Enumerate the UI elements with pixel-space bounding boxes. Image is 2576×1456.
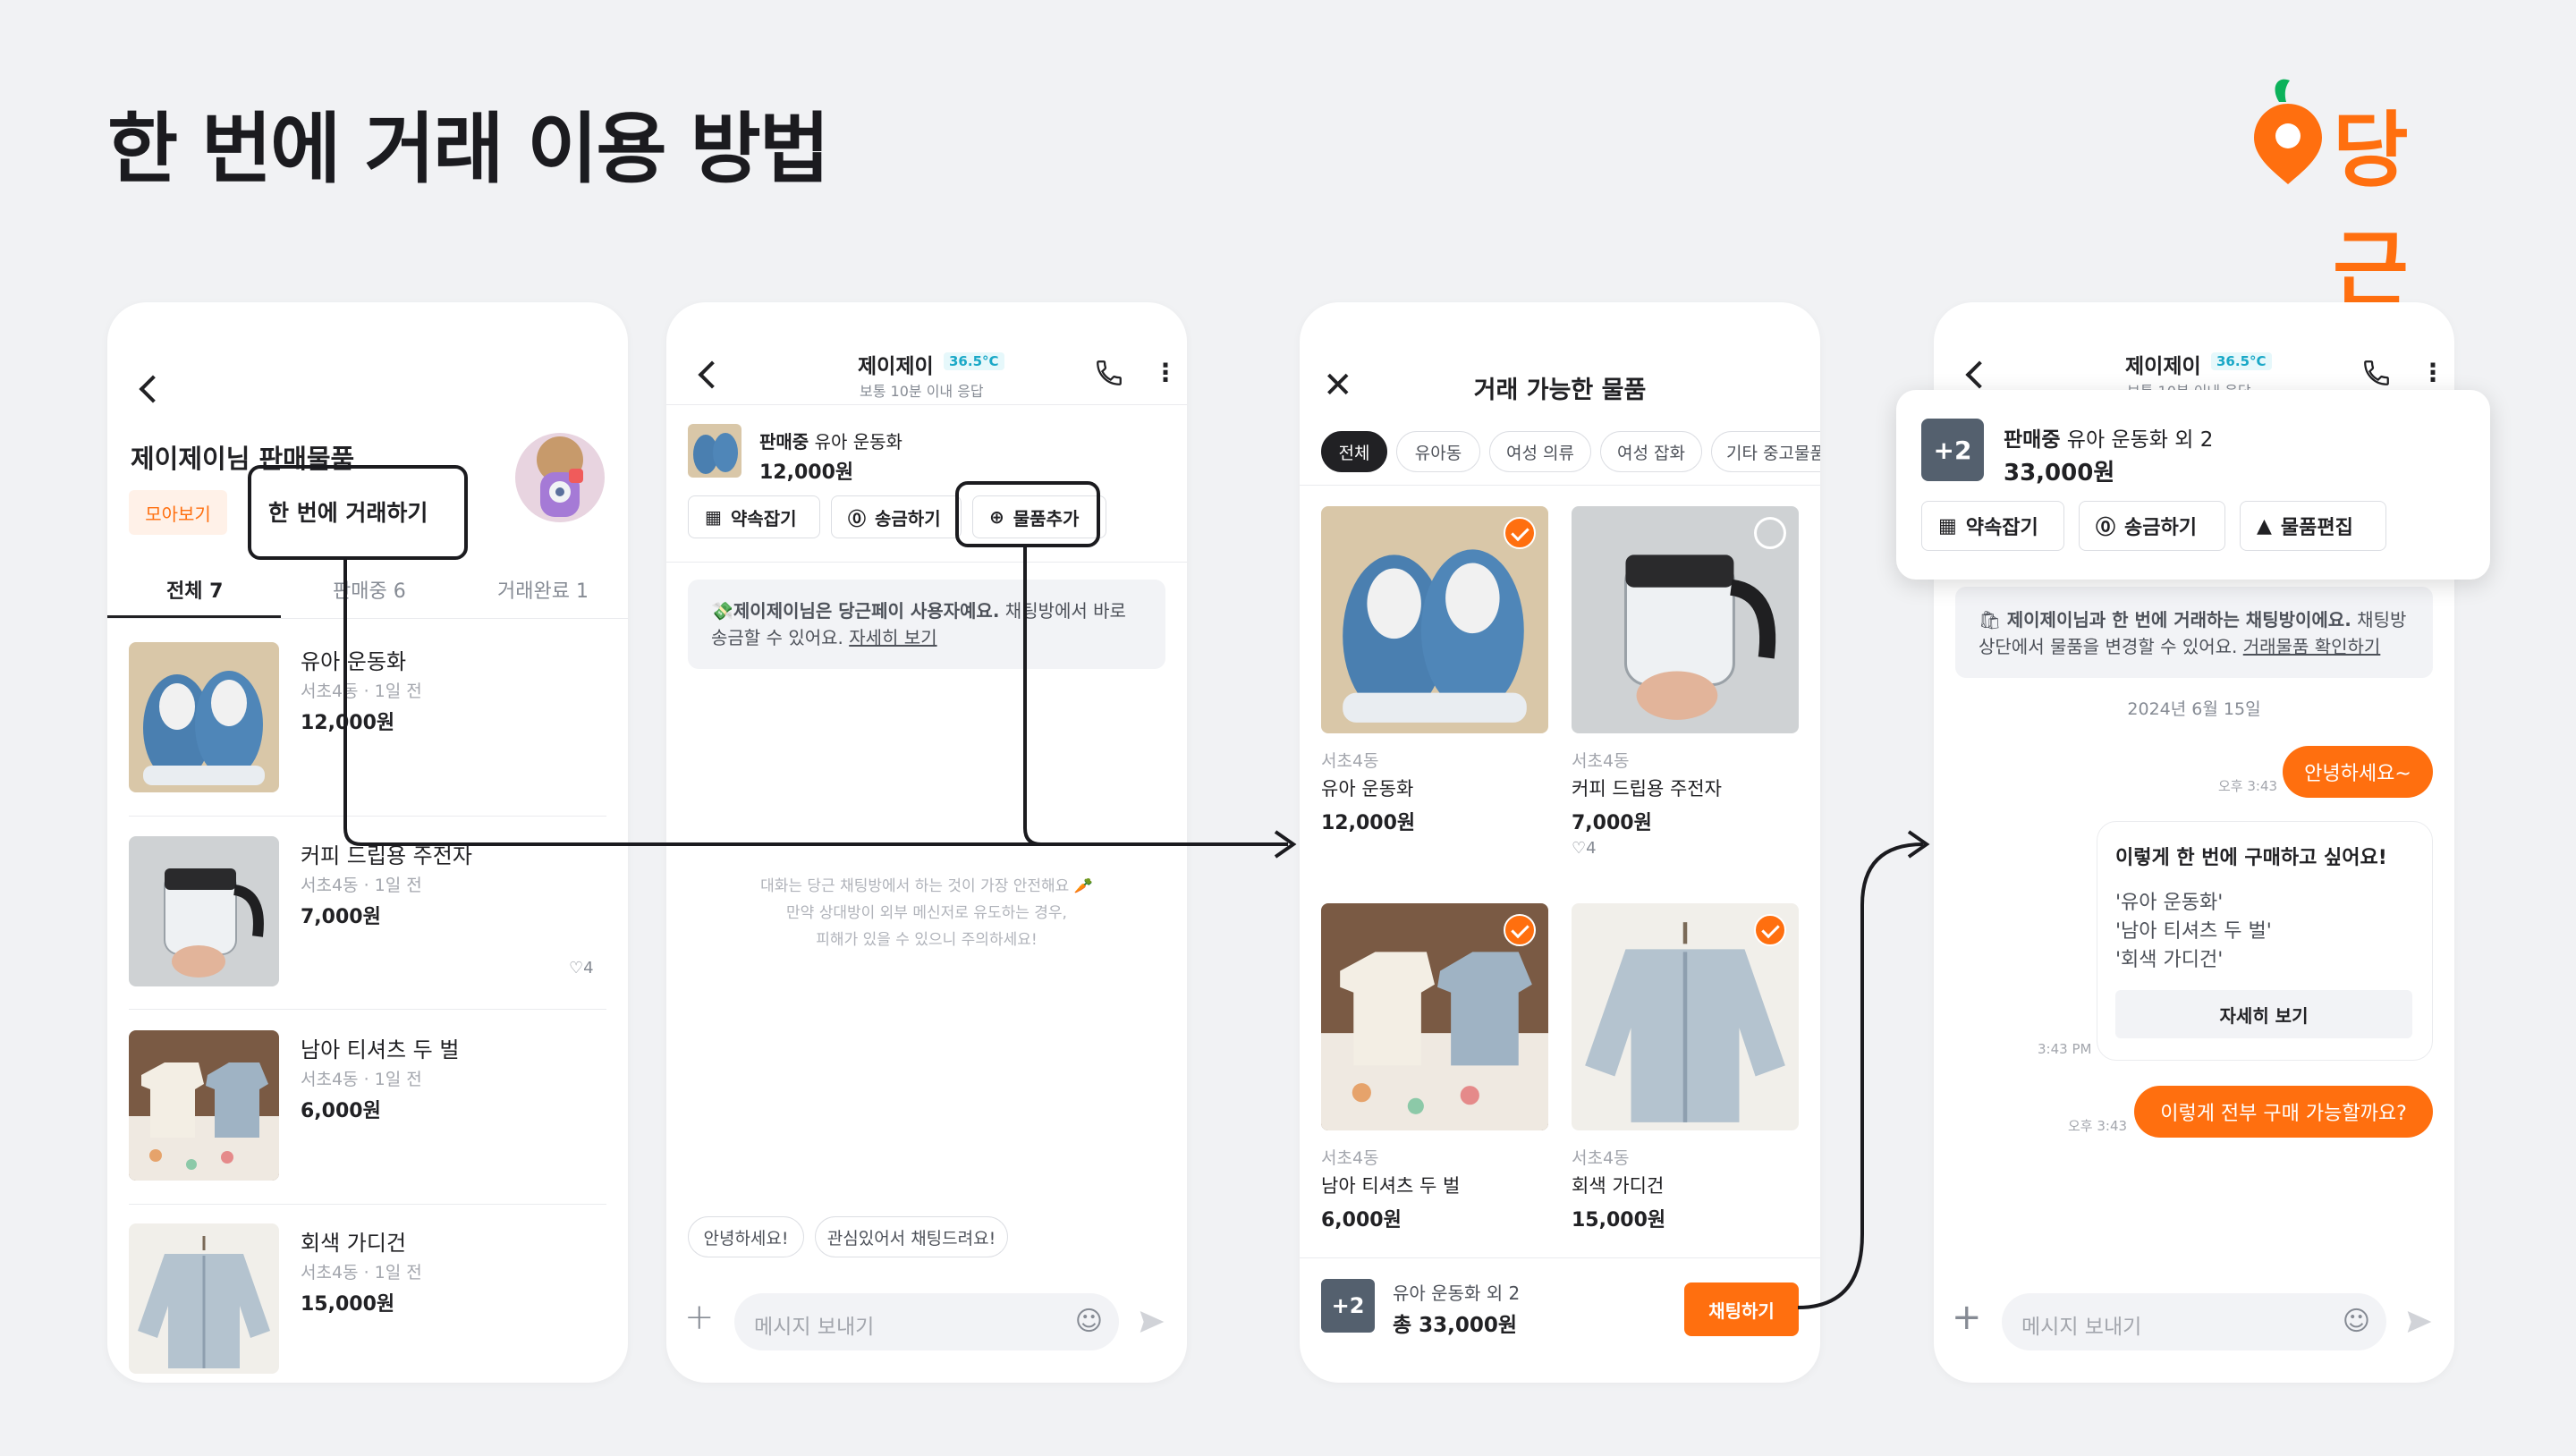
arrow-3 <box>1797 842 1924 1309</box>
arrow-1 <box>343 560 1288 846</box>
flow-arrows <box>343 547 1930 1309</box>
arrow-2 <box>1023 547 1288 846</box>
